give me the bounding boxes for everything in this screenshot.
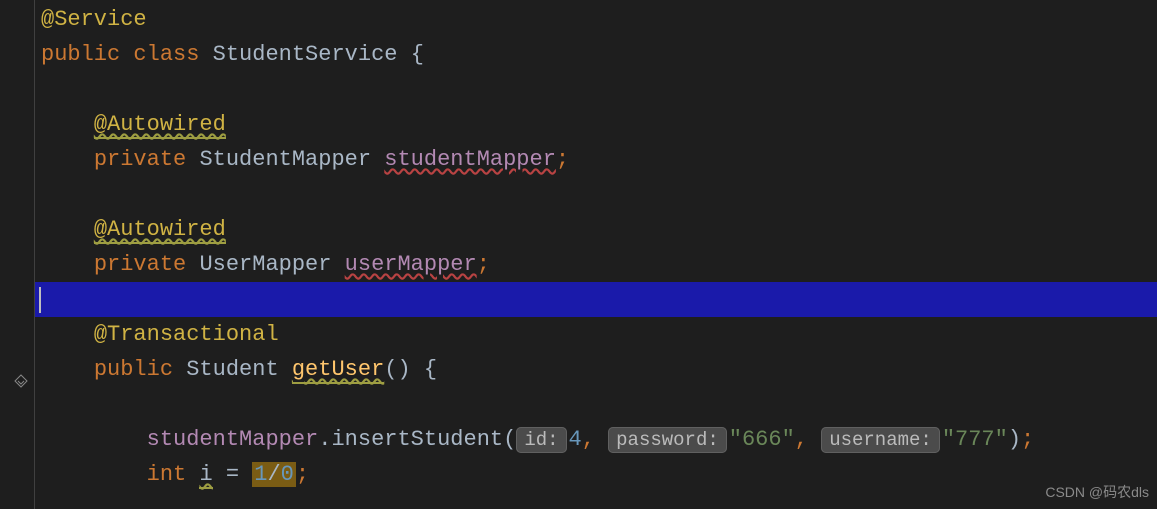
semicolon: ; [296, 462, 309, 487]
num-one: 1 [254, 462, 267, 487]
dot: . [318, 427, 331, 452]
annotation-autowired: @Autowired [94, 217, 226, 244]
annotation-autowired: @Autowired [94, 112, 226, 139]
watermark: CSDN @码农dls [1045, 481, 1149, 503]
comma: , [582, 427, 595, 452]
semicolon: ; [556, 147, 569, 172]
code-line-cursor[interactable] [35, 282, 1157, 317]
semicolon: ; [1021, 427, 1034, 452]
keyword-public: public [41, 42, 120, 67]
code-line[interactable]: private StudentMapper studentMapper; [35, 142, 1157, 177]
arg-id: 4 [569, 427, 582, 452]
keyword-class: class [133, 42, 199, 67]
code-line-blank[interactable] [35, 177, 1157, 212]
code-line[interactable]: @Autowired [35, 212, 1157, 247]
slash: / [267, 462, 280, 487]
var-i: i [199, 462, 212, 489]
code-line[interactable]: @Service [35, 2, 1157, 37]
keyword-private: private [94, 252, 186, 277]
code-line[interactable]: @Transactional [35, 317, 1157, 352]
annotation-service: @Service [41, 7, 147, 32]
code-line[interactable]: public Student getUser() { [35, 352, 1157, 387]
method-insertstudent: insertStudent [331, 427, 503, 452]
num-zero: 0 [281, 462, 294, 487]
gutter-icon [14, 372, 28, 398]
class-name: StudentService [213, 42, 398, 67]
code-line[interactable]: public class StudentService { [35, 37, 1157, 72]
param-hint-password: password: [608, 427, 727, 453]
type-studentmapper: StudentMapper [199, 147, 371, 172]
param-hint-id: id: [516, 427, 566, 453]
code-line[interactable]: int i = 1/0; [35, 457, 1157, 492]
param-hint-username: username: [821, 427, 940, 453]
keyword-public: public [94, 357, 173, 382]
brace: { [424, 357, 437, 382]
code-line[interactable]: studentMapper.insertStudent(id:4, passwo… [35, 422, 1157, 457]
equals: = [226, 462, 239, 487]
code-line[interactable]: @Autowired [35, 107, 1157, 142]
code-line-blank[interactable] [35, 387, 1157, 422]
brace: { [411, 42, 424, 67]
code-editor[interactable]: @Service public class StudentService { @… [0, 0, 1157, 509]
field-studentmapper: studentMapper [384, 147, 556, 172]
type-usermapper: UserMapper [199, 252, 331, 277]
keyword-private: private [94, 147, 186, 172]
code-line[interactable]: private UserMapper userMapper; [35, 247, 1157, 282]
type-student: Student [186, 357, 278, 382]
text-cursor [39, 287, 41, 313]
semicolon: ; [477, 252, 490, 277]
arg-password: "666" [729, 427, 795, 452]
annotation-transactional: @Transactional [94, 322, 279, 347]
keyword-int: int [147, 462, 187, 487]
arg-username: "777" [942, 427, 1008, 452]
method-getuser: getUser [292, 357, 384, 384]
comma: , [795, 427, 808, 452]
gutter [0, 0, 34, 509]
parens: () [384, 357, 410, 382]
code-area[interactable]: @Service public class StudentService { @… [34, 0, 1157, 509]
field-usermapper: userMapper [345, 252, 477, 277]
ref-studentmapper: studentMapper [147, 427, 319, 452]
code-line-blank[interactable] [35, 72, 1157, 107]
